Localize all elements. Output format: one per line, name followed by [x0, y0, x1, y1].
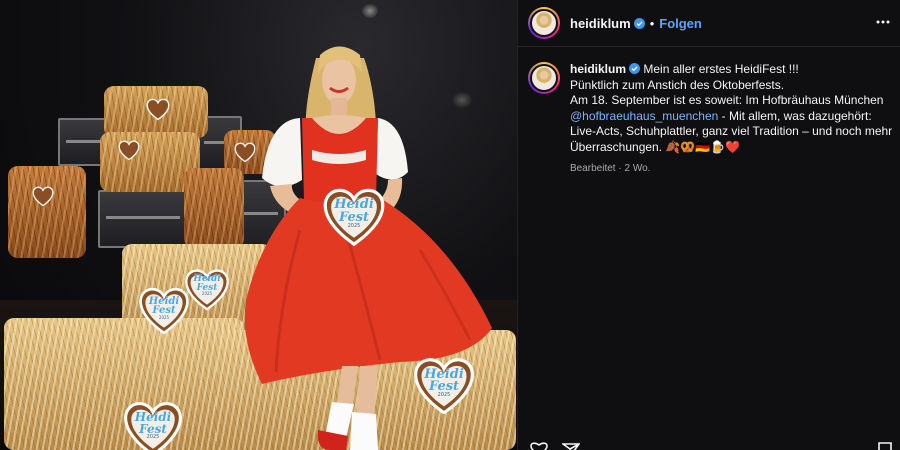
caption-line: Mein aller erstes HeidiFest !!!	[643, 62, 799, 76]
bookmark-icon[interactable]	[876, 442, 894, 450]
caption-line: - Mit allem, was dazugehört:	[718, 108, 872, 123]
more-options-icon[interactable]	[875, 14, 891, 30]
verified-badge-icon	[633, 17, 645, 29]
avatar[interactable]	[528, 7, 560, 39]
action-bar	[518, 442, 900, 450]
edited-label: Bearbeitet	[570, 163, 616, 174]
share-icon[interactable]	[562, 442, 580, 450]
avatar[interactable]	[528, 62, 560, 94]
gingerbread-heart	[32, 186, 54, 206]
post-caption: heidiklum Mein aller erstes HeidiFest !!…	[528, 62, 893, 177]
gingerbread-heart: Heidi Fest 2025	[184, 264, 230, 314]
post-side-panel: heidiklum • Folgen heidiklum Mein aller …	[517, 0, 900, 450]
gingerbread-heart	[118, 140, 140, 160]
caption-line: Pünktlich zum Anstich des Oktoberfests.	[570, 77, 785, 92]
caption-line: Am 18. September ist es soweit: Im Hofbr…	[570, 93, 884, 107]
meta-separator: ·	[618, 163, 622, 174]
gingerbread-heart: Heidi Fest 2025	[122, 400, 184, 450]
verified-badge-icon	[629, 63, 641, 74]
gingerbread-heart: Heidi Fest 2025	[138, 286, 190, 334]
gingerbread-heart: Heidi Fest 2025	[322, 186, 386, 246]
gingerbread-heart: Heidi Fest 2025	[410, 356, 478, 414]
post-photo[interactable]: Heidi Fest 2025 Heidi Fest 2025 Heidi Fest 202…	[0, 0, 517, 450]
username-link[interactable]: heidiklum	[570, 16, 631, 31]
gingerbread-heart	[146, 98, 170, 120]
caption-line: Überraschungen. 🍂🥨🇩🇪🍺❤️	[570, 139, 741, 154]
heart-icon[interactable]	[530, 442, 548, 450]
timestamp[interactable]: 2 Wo.	[625, 163, 651, 174]
caption-line: Live-Acts, Schuhplattler, ganz viel Trad…	[570, 124, 893, 138]
post-header: heidiklum • Folgen	[518, 0, 900, 47]
gingerbread-heart	[234, 142, 256, 162]
separator-dot: •	[649, 15, 655, 31]
follow-button[interactable]: Folgen	[659, 16, 702, 31]
mention-link[interactable]: @hofbraeuhaus_muenchen	[570, 109, 718, 123]
caption-username[interactable]: heidiklum	[570, 62, 626, 76]
caption-text: heidiklum Mein aller erstes HeidiFest !!…	[570, 62, 892, 177]
post-meta: Bearbeitet · 2 Wo.	[570, 161, 892, 177]
